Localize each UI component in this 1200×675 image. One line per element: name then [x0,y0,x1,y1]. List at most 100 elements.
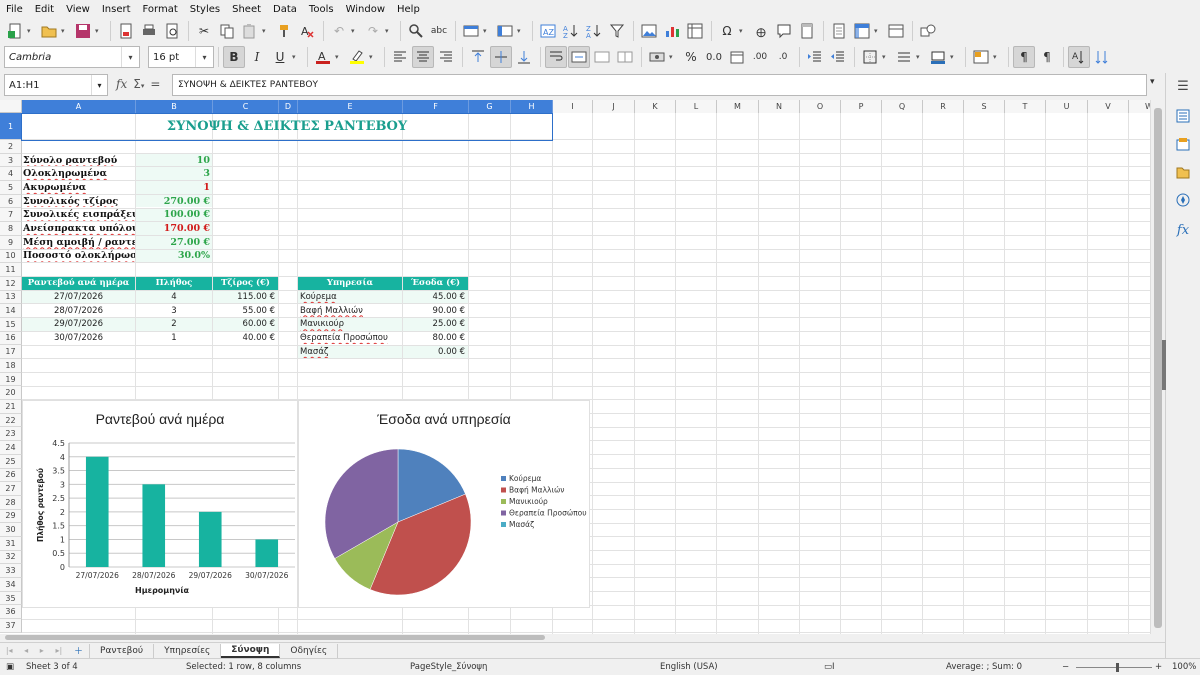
row-header[interactable]: 29 [0,509,22,524]
table-cell[interactable]: Μασάζ [298,345,402,359]
open-folder-icon[interactable] [38,20,60,42]
menu-item[interactable]: Sheet [226,4,267,15]
next-sheet-icon[interactable]: ▸ [40,646,44,655]
table-header[interactable]: Τζίρος (€) [213,277,278,290]
column-header[interactable]: J [593,100,635,113]
column-header[interactable]: A [22,100,136,113]
clone-formatting-icon[interactable] [273,20,295,42]
bold-icon[interactable]: B [223,46,245,68]
column-header[interactable]: H [511,100,553,113]
table-cell[interactable]: 1 [136,332,212,345]
cut-icon[interactable]: ✂ [193,20,215,42]
clear-formatting-icon[interactable]: A [296,20,318,42]
table-header[interactable]: Υπηρεσία [298,277,402,290]
row-header[interactable]: 8 [0,222,22,236]
row-header[interactable]: 27 [0,482,22,496]
center-vertically-icon[interactable] [490,46,512,68]
table-cell[interactable]: 80.00 € [403,332,468,345]
row-header[interactable]: 19 [0,372,22,387]
menu-item[interactable]: File [0,4,29,15]
sum-icon[interactable]: Σ▾ [133,77,144,91]
expand-formula-icon[interactable]: ▾ [1150,77,1155,87]
save-icon[interactable] [72,20,94,42]
menu-item[interactable]: Styles [184,4,226,15]
merge-center-icon[interactable] [568,46,590,68]
row-header[interactable]: 25 [0,454,22,469]
selection-mode-icon[interactable]: ▭I [824,662,835,672]
table-cell[interactable]: 3 [136,304,212,317]
column-header[interactable]: N [759,100,800,113]
freeze-rows-columns-icon[interactable] [851,20,873,42]
zoom-slider[interactable] [1076,667,1152,668]
spellcheck-icon[interactable]: abc [428,20,450,42]
page-style[interactable]: PageStyle_Σύνοψη [410,662,487,672]
row-header[interactable]: 18 [0,359,22,373]
row-header[interactable]: 26 [0,468,22,483]
row-header[interactable]: 20 [0,386,22,401]
row-header[interactable]: 17 [0,345,22,359]
row-header[interactable]: 32 [0,550,22,565]
row-header[interactable]: 5 [0,181,22,195]
last-sheet-icon[interactable]: ▸| [55,646,62,655]
properties-icon[interactable] [1174,107,1192,125]
autofilter-icon[interactable] [606,20,628,42]
redo-dropdown-icon[interactable]: ▾ [385,27,393,35]
table-cell[interactable]: Θεραπεία Προσώπου [298,332,402,345]
left-to-right-icon[interactable]: ¶ [1013,46,1035,68]
table-cell[interactable]: 90.00 € [403,304,468,317]
kpi-label[interactable]: Μέση αμοιβή / ραντεβού [22,236,135,249]
table-cell[interactable]: 55.00 € [213,304,278,317]
insert-chart-icon[interactable] [661,20,683,42]
kpi-value[interactable]: 270.00 € [136,194,212,208]
split-window-icon[interactable] [885,20,907,42]
row-header[interactable]: 4 [0,167,22,182]
row-header[interactable]: 24 [0,441,22,455]
column-header[interactable]: V [1088,100,1129,113]
row-icon[interactable] [460,20,482,42]
row-header[interactable]: 31 [0,536,22,551]
row-header[interactable]: 10 [0,249,22,264]
sheet-tab[interactable]: Υπηρεσίες [154,643,222,658]
undo-dropdown-icon[interactable]: ▾ [351,27,359,35]
column-header[interactable]: S [964,100,1005,113]
horizontal-scrollbar[interactable] [0,634,1150,642]
column-header[interactable]: E [298,100,403,113]
table-cell[interactable]: 29/07/2026 [22,318,135,331]
border-style-icon[interactable] [893,46,915,68]
sheet-tab[interactable]: Οδηγίες [280,643,339,658]
column-header[interactable]: O [800,100,841,113]
delete-decimal-icon[interactable]: .0 [772,46,794,68]
underline-dropdown-icon[interactable]: ▾ [292,53,300,61]
highlight-color-icon[interactable] [346,46,368,68]
select-all-corner[interactable] [0,100,22,113]
table-header[interactable]: Έσοδα (€) [403,277,468,290]
kpi-label[interactable]: Ανείσπρακτα υπόλοιπα [22,222,135,235]
row-header[interactable]: 15 [0,317,22,332]
print-preview-icon[interactable] [161,20,183,42]
pie-chart[interactable]: Έσοδα ανά υπηρεσία Κούρεμα Βαφή Μαλλιών Μα… [298,400,590,608]
column-header[interactable]: Q [882,100,923,113]
menu-item[interactable]: Window [340,4,391,15]
gallery-icon[interactable] [1174,163,1192,181]
navigator-icon[interactable] [1174,191,1192,209]
row-header[interactable]: 34 [0,578,22,592]
borders-dropdown-icon[interactable]: ▾ [882,53,890,61]
sort-ascending-icon[interactable]: AZ [560,20,582,42]
menu-item[interactable]: Help [391,4,426,15]
copy-icon[interactable] [216,20,238,42]
table-cell[interactable]: 30/07/2026 [22,332,135,345]
vertical-scrollbar[interactable] [1150,100,1166,634]
table-header[interactable]: Ραντεβού ανά ημέρα [22,277,135,290]
kpi-value[interactable]: 10 [136,153,212,167]
wrap-text-icon[interactable] [545,46,567,68]
highlight-dropdown-icon[interactable]: ▾ [369,53,377,61]
show-draw-functions-icon[interactable] [917,20,939,42]
align-left-icon[interactable] [389,46,411,68]
row-header[interactable]: 7 [0,208,22,223]
column-header[interactable]: R [923,100,964,113]
add-sheet-icon[interactable]: ＋ [68,643,91,658]
menu-item[interactable]: View [60,4,96,15]
column-header[interactable]: C [213,100,279,113]
insert-image-icon[interactable] [638,20,660,42]
row-header[interactable]: 28 [0,495,22,510]
